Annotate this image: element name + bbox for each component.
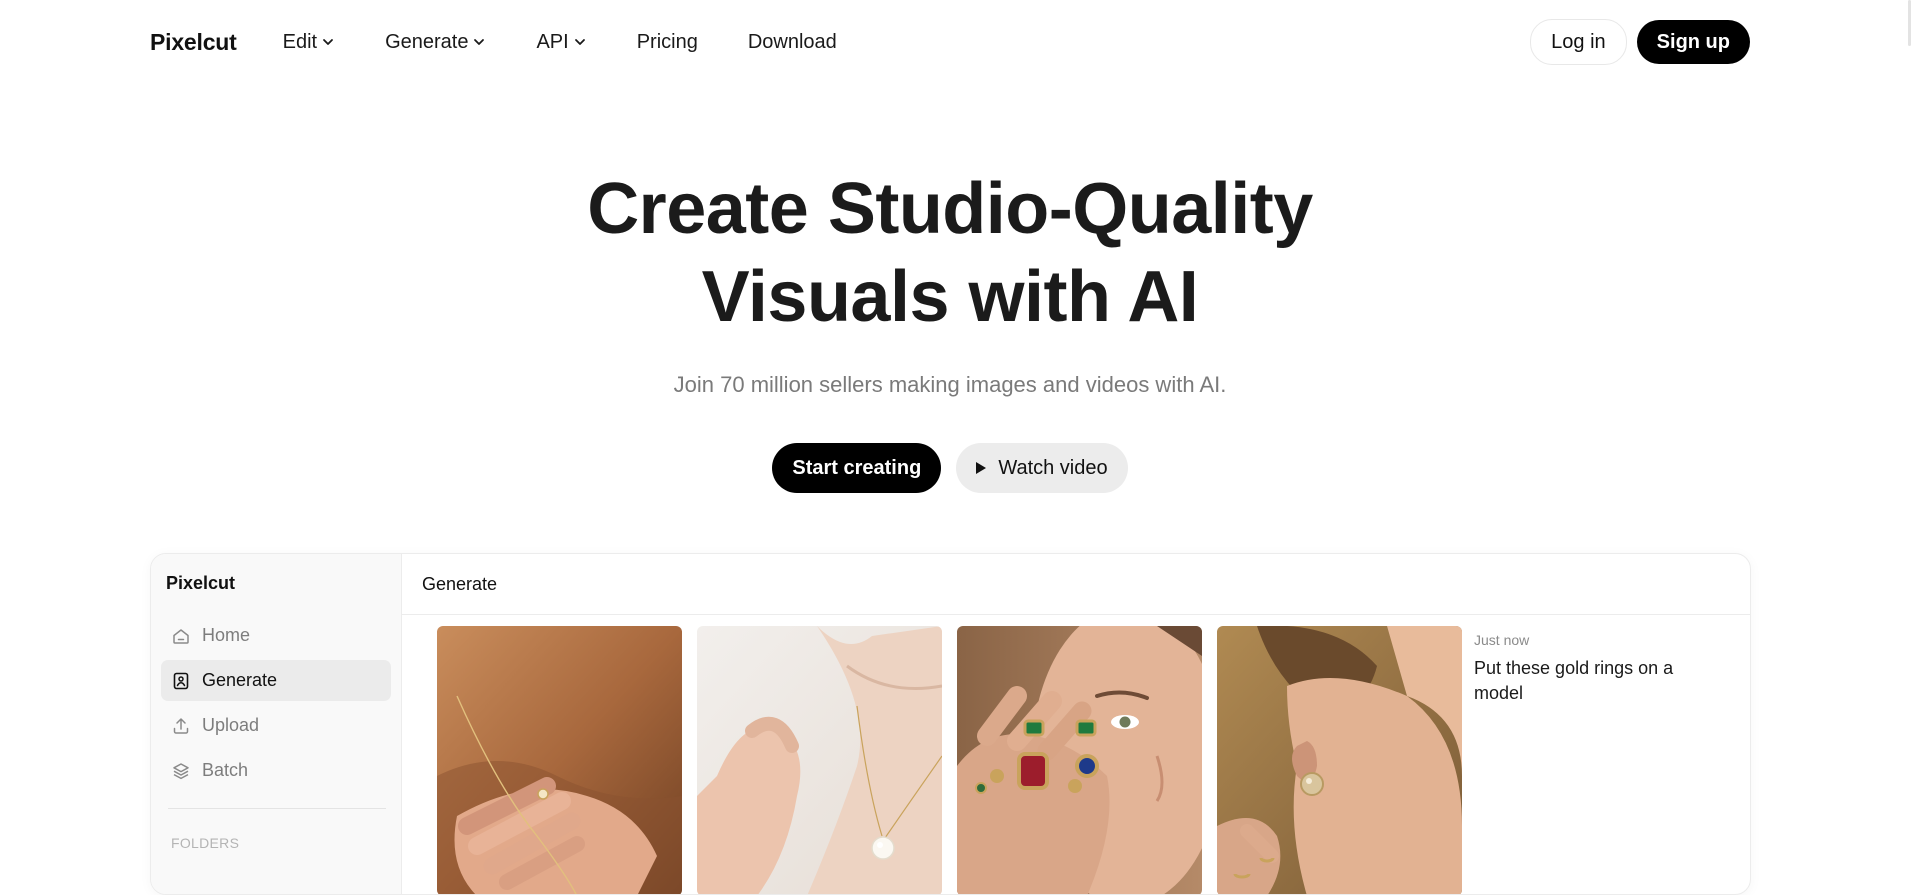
- signup-button[interactable]: Sign up: [1636, 20, 1750, 64]
- generated-image[interactable]: [957, 626, 1202, 894]
- watch-video-button[interactable]: Watch video: [956, 443, 1128, 493]
- sidebar-item-label: Upload: [202, 715, 260, 735]
- layers-icon: [173, 762, 189, 779]
- chevron-down-icon: [574, 39, 585, 45]
- chevron-down-icon: [474, 39, 485, 45]
- earring-photo: [1217, 626, 1462, 894]
- sidebar-item-label: Generate: [202, 670, 278, 690]
- app-sidebar: Pixelcut Home Generate Upload Batch FOLD…: [151, 554, 402, 894]
- generated-images: [437, 626, 1477, 894]
- sidebar-item-generate[interactable]: Generate: [161, 660, 391, 701]
- message-timestamp: Just now: [1474, 632, 1530, 648]
- main-title: Generate: [422, 573, 498, 594]
- hero-subtitle: Join 70 million sellers making images an…: [673, 372, 1227, 397]
- nav-generate-label: Generate: [385, 30, 469, 53]
- nav-menu: Edit Generate API Pricing Download: [283, 31, 887, 54]
- sidebar-item-label: Batch: [202, 760, 249, 780]
- app-brand: Pixelcut: [166, 573, 236, 593]
- logo[interactable]: Pixelcut: [150, 29, 237, 56]
- nav-download[interactable]: Download: [748, 31, 837, 54]
- app-main: Generate Just now Put these gold rings o…: [402, 554, 1750, 894]
- sidebar-item-upload[interactable]: Upload: [161, 705, 391, 746]
- nav-download-label: Download: [747, 30, 837, 53]
- login-button[interactable]: Log in: [1530, 19, 1627, 65]
- chat-message: Just now Put these gold rings on a model: [1474, 632, 1704, 706]
- start-creating-button[interactable]: Start creating: [772, 443, 942, 493]
- nav-generate[interactable]: Generate: [385, 31, 486, 54]
- generated-image[interactable]: [437, 626, 682, 894]
- sidebar-item-label: Home: [202, 625, 251, 645]
- folders-heading: FOLDERS: [171, 835, 240, 851]
- hero-title-line-1: Create Studio-Quality: [587, 169, 1313, 249]
- nav-pricing-label: Pricing: [636, 30, 698, 53]
- home-icon: [173, 628, 189, 644]
- hero-title: Create Studio-Quality Visuals with AI: [0, 165, 1900, 341]
- sidebar-divider: [168, 808, 386, 809]
- generated-image[interactable]: [697, 626, 942, 894]
- nav-edit[interactable]: Edit: [283, 31, 335, 54]
- chevron-down-icon: [323, 39, 333, 45]
- rings-model-photo: [957, 626, 1202, 894]
- play-icon: [976, 462, 987, 474]
- generated-image[interactable]: [1217, 626, 1462, 894]
- sidebar-item-home[interactable]: Home: [161, 615, 391, 656]
- watch-video-label: Watch video: [998, 456, 1108, 479]
- nav-pricing[interactable]: Pricing: [637, 31, 698, 54]
- image-icon: [173, 672, 189, 689]
- top-nav: Pixelcut Edit Generate API Pricing Downl…: [150, 18, 1750, 66]
- scrollbar-thumb[interactable]: [1908, 0, 1911, 46]
- app-preview: Pixelcut Home Generate Upload Batch FOLD…: [150, 553, 1751, 895]
- nav-actions: Log in Sign up: [1530, 19, 1750, 65]
- page-scrollbar[interactable]: [1906, 0, 1912, 877]
- nav-api[interactable]: API: [536, 31, 586, 54]
- main-header: Generate: [402, 554, 1750, 615]
- sidebar-item-batch[interactable]: Batch: [161, 750, 391, 791]
- app-sidebar-nav: Home Generate Upload Batch: [161, 615, 391, 795]
- message-text: Put these gold rings on a model: [1474, 658, 1674, 703]
- hero-actions: Start creating Watch video: [0, 443, 1900, 493]
- nav-api-label: API: [536, 30, 569, 53]
- necklace-photo: [697, 626, 942, 894]
- bracelet-photo: [437, 626, 682, 894]
- upload-icon: [173, 717, 189, 734]
- hero-title-line-2: Visuals with AI: [701, 257, 1199, 337]
- nav-edit-label: Edit: [282, 30, 318, 53]
